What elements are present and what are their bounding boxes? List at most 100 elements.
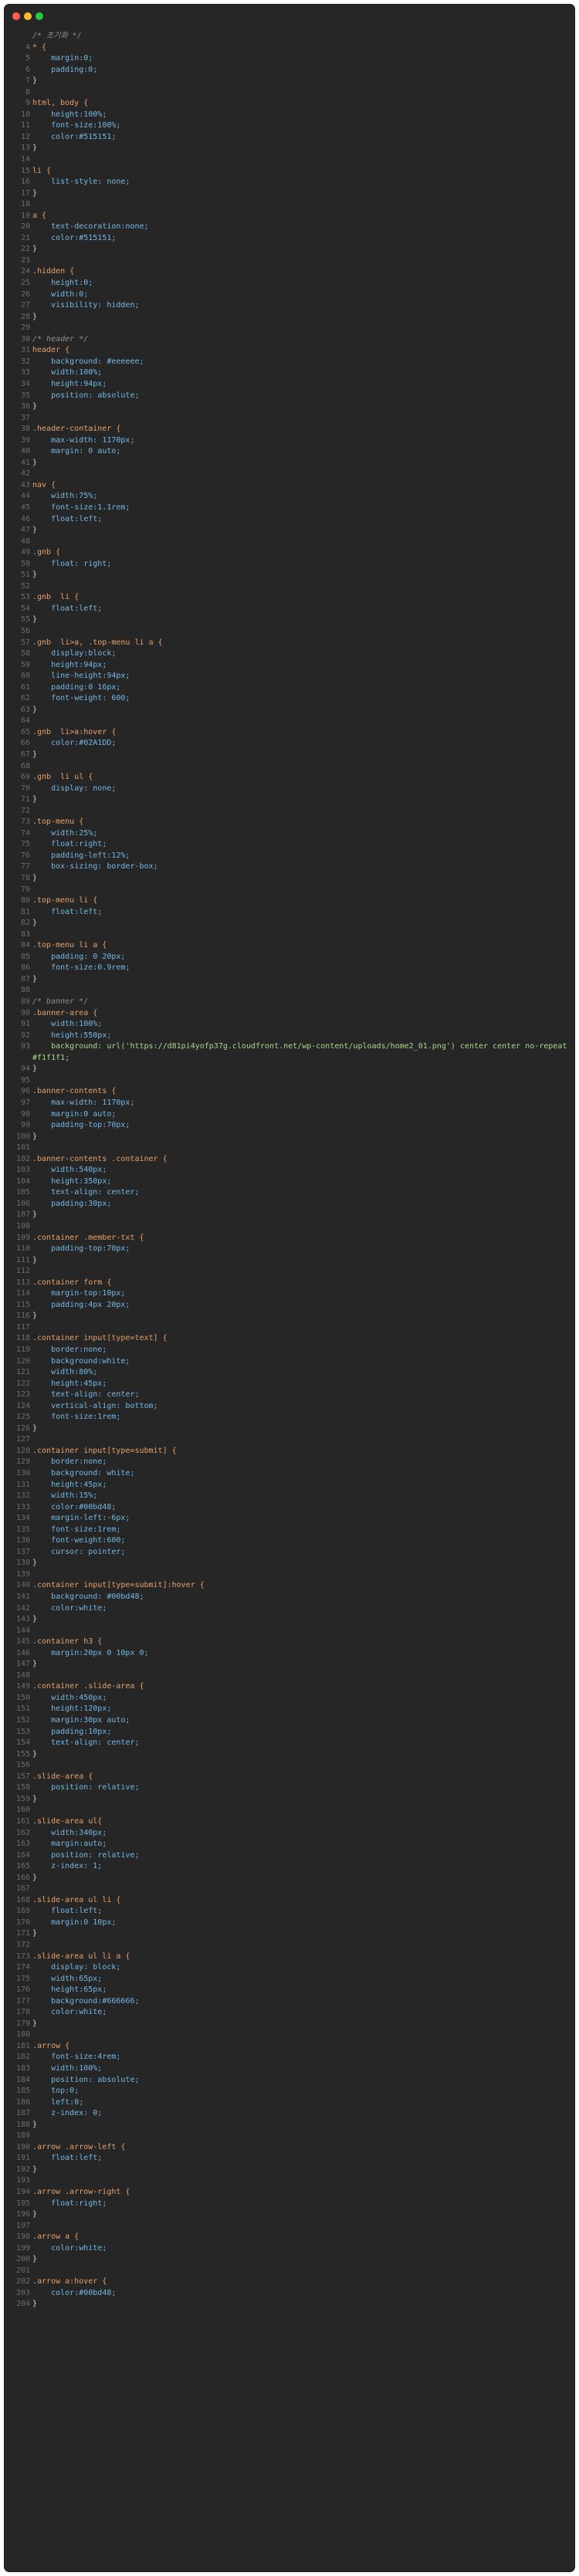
line-number: 106 <box>15 1199 30 1208</box>
code-text: font-size:1.1rem; <box>32 503 130 512</box>
code-line: 85 padding: 0 20px; <box>5 952 574 963</box>
code-line: 99 padding-top:70px; <box>5 1120 574 1132</box>
line-number: 160 <box>15 1806 30 1815</box>
line-number: 26 <box>20 289 30 299</box>
code-line: 124 vertical-align: bottom; <box>5 1401 574 1413</box>
code-text: } <box>32 1873 38 1882</box>
code-line: 200} <box>5 2254 574 2266</box>
line-number: 154 <box>15 1738 30 1748</box>
code-line: 102 .banner-contents .container { <box>5 1154 574 1166</box>
code-text: vertical-align: bottom; <box>32 1401 158 1410</box>
line-number: 119 <box>15 1345 30 1354</box>
close-window-button[interactable] <box>12 12 20 20</box>
line-number: 143 <box>15 1615 30 1624</box>
code-line: /* 초기화 */ <box>5 31 574 42</box>
code-line: 40 margin: 0 auto; <box>5 446 574 458</box>
code-text: float:left; <box>32 2154 103 2163</box>
code-line: 5 margin:0; <box>5 53 574 65</box>
code-line: 15 li { <box>5 166 574 178</box>
code-text: } <box>32 245 38 254</box>
code-line: 12 color:#515151; <box>5 132 574 144</box>
line-number: 105 <box>15 1188 30 1197</box>
zoom-window-button[interactable] <box>36 12 43 20</box>
line-number: 147 <box>15 1660 30 1669</box>
line-number: 194 <box>15 2188 30 2196</box>
code-line: 194 .arrow .arrow-right { <box>5 2187 574 2199</box>
code-line: 71} <box>5 794 574 806</box>
line-number: 167 <box>15 1884 30 1894</box>
line-number: 168 <box>15 1895 30 1904</box>
code-line: 17} <box>5 188 574 200</box>
line-number: 130 <box>15 1469 30 1478</box>
code-line: 131 height:45px; <box>5 1480 574 1491</box>
code-text: .banner-contents { <box>32 1087 117 1096</box>
code-text: } <box>32 1255 38 1264</box>
code-line: 47} <box>5 525 574 537</box>
code-text: font-size:0.9rem; <box>32 963 130 973</box>
line-number: 101 <box>15 1143 30 1153</box>
code-text: .slide-area ul li a { <box>32 1951 130 1961</box>
code-line: 151 height:120px; <box>5 1704 574 1715</box>
line-number: 46 <box>20 514 30 523</box>
line-number: 58 <box>20 649 30 658</box>
code-line: 105 text-align: center; <box>5 1187 574 1199</box>
code-line: 26 width:0; <box>5 289 574 301</box>
code-text: float:left; <box>32 514 103 523</box>
line-number: 81 <box>20 907 30 916</box>
code-line: 67} <box>5 750 574 761</box>
code-line: 130 background: white; <box>5 1468 574 1480</box>
code-line: 108 <box>5 1221 574 1233</box>
line-number: 117 <box>15 1322 30 1332</box>
code-line: 155} <box>5 1749 574 1761</box>
line-number: 89 <box>20 997 30 1007</box>
code-line: 139 <box>5 1569 574 1581</box>
code-line: 30/* header */ <box>5 334 574 346</box>
code-line: 158 position: relative; <box>5 1782 574 1794</box>
code-text: a { <box>32 211 47 220</box>
line-number: 63 <box>20 705 30 714</box>
code-line: 182 font-size:4rem; <box>5 2052 574 2063</box>
line-number: 49 <box>20 548 30 557</box>
code-line: 69 .gnb li ul { <box>5 772 574 784</box>
code-line: 166} <box>5 1873 574 1884</box>
line-number: 181 <box>15 2041 30 2050</box>
code-line: 184 position: absolute; <box>5 2075 574 2087</box>
code-line: 132 width:15%; <box>5 1491 574 1502</box>
code-line: 42 <box>5 469 574 480</box>
line-number: 75 <box>20 840 30 849</box>
line-number: 124 <box>15 1401 30 1410</box>
code-text: z-index: 0; <box>32 2109 103 2118</box>
code-line: 24 .hidden { <box>5 266 574 278</box>
code-editor[interactable]: /* 초기화 */4 * {5 margin:0; 6 padding:0; 7} 8 9… <box>5 31 574 2310</box>
code-text: .container .slide-area { <box>32 1682 144 1691</box>
code-line: 93 background: url('https://d81pi4yofp37… <box>5 1041 574 1064</box>
code-window: /* 초기화 */4 * {5 margin:0; 6 padding:0; 7} 8 9… <box>5 5 574 2571</box>
code-line: 119 border:none; <box>5 1345 574 1356</box>
code-line: 8 <box>5 87 574 99</box>
code-text: float:right; <box>32 840 107 849</box>
code-text: .top-menu li { <box>32 896 98 905</box>
line-number: 202 <box>15 2277 30 2287</box>
code-line: 163 margin:auto; <box>5 1839 574 1850</box>
line-number: 90 <box>20 1008 30 1017</box>
code-line: 96 .banner-contents { <box>5 1086 574 1098</box>
line-number: 185 <box>15 2087 30 2096</box>
code-line: 57 .gnb li>a, .top-menu li a { <box>5 638 574 649</box>
code-text: margin-top:10px; <box>32 1289 126 1298</box>
code-line: 168 .slide-area ul li { <box>5 1895 574 1907</box>
minimize-window-button[interactable] <box>24 12 32 20</box>
code-line: 187 z-index: 0; <box>5 2108 574 2120</box>
line-number: 162 <box>15 1828 30 1837</box>
code-text: float:right; <box>32 2199 107 2208</box>
line-number: 108 <box>15 1221 30 1230</box>
code-text: html, body { <box>32 99 89 108</box>
line-number: 53 <box>20 593 30 602</box>
line-number: 184 <box>15 2075 30 2084</box>
line-number: 57 <box>20 638 30 647</box>
line-number: 172 <box>15 1940 30 1949</box>
code-text: /* banner */ <box>32 997 89 1007</box>
line-number: 83 <box>20 929 30 939</box>
code-text: list-style: none; <box>32 178 130 187</box>
line-number: 186 <box>15 2097 30 2107</box>
code-text: width:450px; <box>32 1693 107 1702</box>
